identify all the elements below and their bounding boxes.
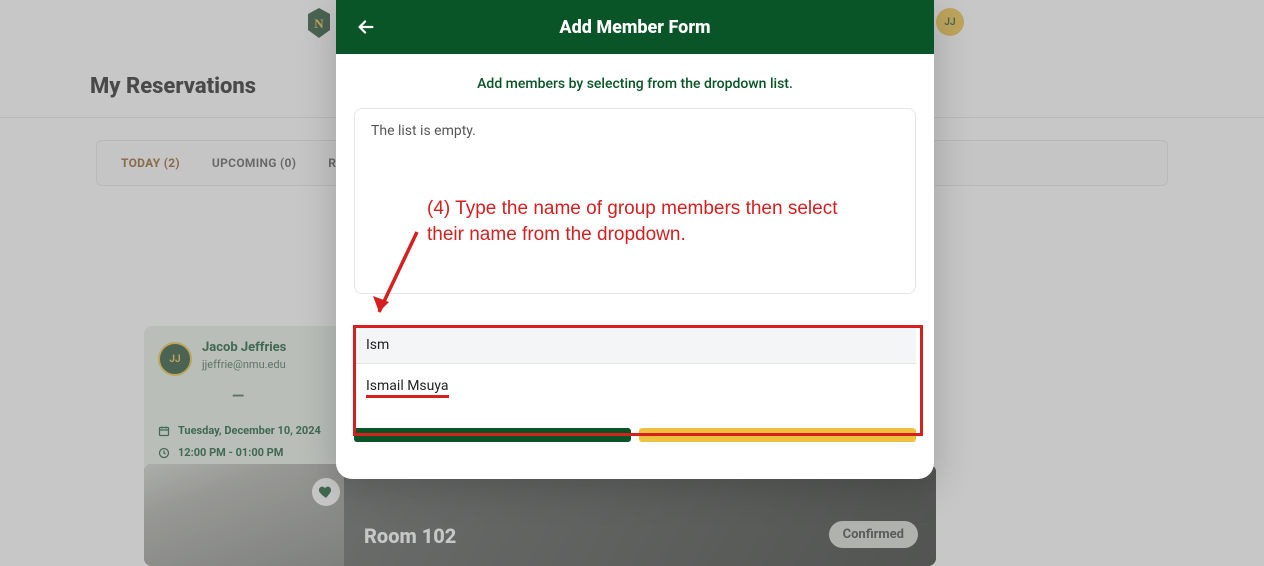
member-search-input[interactable]	[354, 326, 916, 364]
modal-title: Add Member Form	[559, 17, 710, 38]
cancel-button[interactable]	[639, 428, 916, 442]
search-dropdown: Ismail Msuya	[354, 364, 916, 422]
add-member-modal: Add Member Form Add members by selecting…	[336, 0, 934, 479]
modal-button-row	[354, 428, 916, 442]
arrow-left-icon	[355, 16, 377, 38]
back-button[interactable]	[354, 15, 378, 39]
modal-subtitle: Add members by selecting from the dropdo…	[336, 54, 934, 108]
modal-header: Add Member Form	[336, 0, 934, 54]
dropdown-option[interactable]: Ismail Msuya	[366, 374, 904, 402]
dropdown-option-text: Ismail Msuya	[366, 378, 449, 398]
empty-list-text: The list is empty.	[371, 123, 899, 139]
members-list-box: The list is empty.	[354, 108, 916, 294]
search-area: Ismail Msuya	[354, 326, 916, 422]
confirm-button[interactable]	[354, 428, 631, 442]
